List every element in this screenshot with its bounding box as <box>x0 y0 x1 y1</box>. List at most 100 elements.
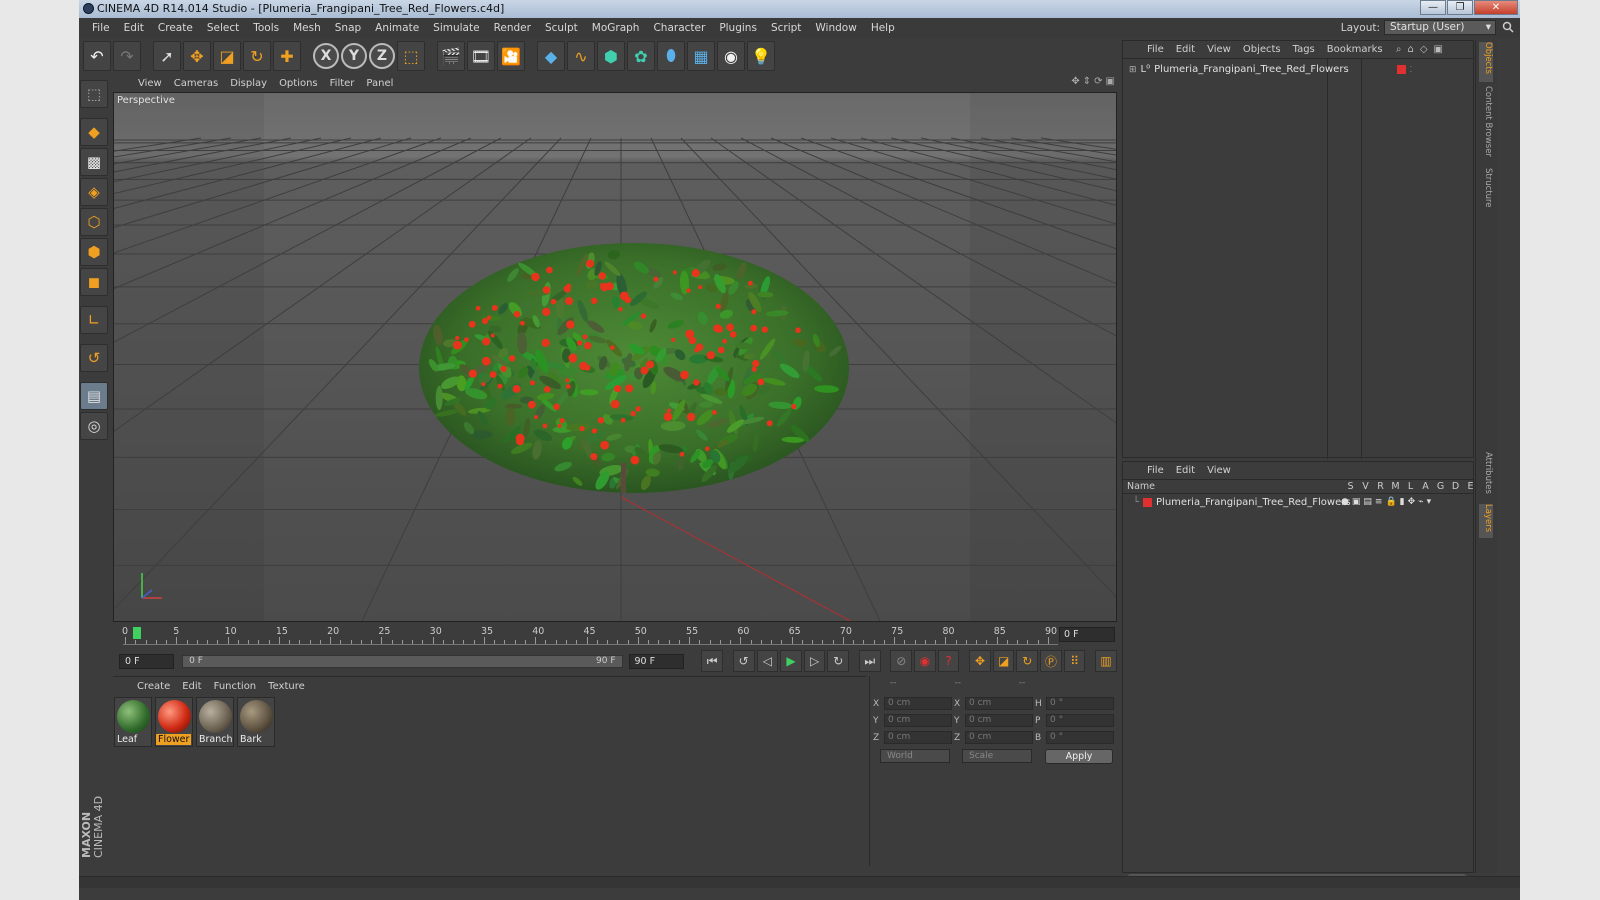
menu-snap[interactable]: Snap <box>328 22 368 34</box>
material-flower[interactable]: Flower <box>155 697 193 747</box>
layer-column-r[interactable]: R <box>1373 481 1388 492</box>
light-icon[interactable]: 💡 <box>747 41 775 71</box>
timeline-window-icon[interactable]: ▥ <box>1095 650 1117 672</box>
key-position-icon[interactable]: ✥ <box>969 650 991 672</box>
tab-layers[interactable]: Layers <box>1479 504 1493 538</box>
toggle-view-icon[interactable]: ▣ <box>1106 76 1115 87</box>
coord-position-field[interactable]: 0 cm <box>884 714 952 727</box>
tab-attributes[interactable]: Attributes <box>1479 452 1493 502</box>
max-frame-field[interactable]: 90 F <box>628 653 684 669</box>
object-menu-edit[interactable]: Edit <box>1170 44 1201 55</box>
texture-mode-icon[interactable]: ▩ <box>80 148 108 176</box>
playhead-marker[interactable] <box>133 627 141 639</box>
menu-simulate[interactable]: Simulate <box>426 22 486 34</box>
layer-menu-file[interactable]: File <box>1141 465 1170 476</box>
layer-row[interactable]: └ Plumeria_Frangipani_Tree_Red_Flowers <box>1133 497 1351 508</box>
material-menu-texture[interactable]: Texture <box>262 681 311 692</box>
record-keys-disabled-icon[interactable]: ⊘ <box>890 650 913 672</box>
recent-tool-icon[interactable]: ✚ <box>273 41 301 71</box>
record-active-objects-icon[interactable]: ◉ <box>914 650 936 672</box>
menu-mesh[interactable]: Mesh <box>286 22 328 34</box>
layer-column-g[interactable]: G <box>1433 481 1448 492</box>
layer-column-v[interactable]: V <box>1358 481 1373 492</box>
manager-toggle-icon[interactable]: ≡ <box>1375 497 1383 507</box>
lock-toggle-icon[interactable]: 🔒 <box>1385 497 1396 507</box>
array-generator-icon[interactable]: ✿ <box>627 41 655 71</box>
object-menu-view[interactable]: View <box>1201 44 1237 55</box>
subdivision-surface-icon[interactable]: ⬢ <box>597 41 625 71</box>
search-icon[interactable] <box>1502 21 1514 33</box>
layer-column-a[interactable]: A <box>1418 481 1433 492</box>
menu-tools[interactable]: Tools <box>246 22 286 34</box>
tab-objects[interactable]: Objects <box>1479 42 1493 82</box>
key-point-level-icon[interactable]: ⠿ <box>1063 650 1086 672</box>
deformers-toggle-icon[interactable]: ⌁ <box>1418 497 1423 507</box>
material-leaf[interactable]: Leaf <box>114 697 152 747</box>
menu-select[interactable]: Select <box>200 22 246 34</box>
pan-view-icon[interactable]: ✥ <box>1071 76 1079 87</box>
edges-mode-icon[interactable]: ⬢ <box>80 238 108 266</box>
layer-column-l[interactable]: L <box>1403 481 1418 492</box>
menu-help[interactable]: Help <box>864 22 902 34</box>
menu-character[interactable]: Character <box>646 22 712 34</box>
object-menu-file[interactable]: File <box>1141 44 1170 55</box>
x-axis-lock-icon[interactable]: X <box>313 43 339 69</box>
render-picture-viewer-icon[interactable]: 🎞 <box>467 41 495 71</box>
live-selection-icon[interactable]: ➚ <box>153 41 181 71</box>
close-button[interactable]: ✕ <box>1474 0 1518 15</box>
magnet-snap-icon[interactable]: ↺ <box>80 344 108 372</box>
menu-window[interactable]: Window <box>808 22 863 34</box>
go-to-start-icon[interactable]: ⏮ <box>701 650 723 672</box>
menu-create[interactable]: Create <box>151 22 200 34</box>
tab-structure[interactable]: Structure <box>1479 168 1493 214</box>
workplane-mode-icon[interactable]: ◈ <box>80 178 108 206</box>
solo-toggle-icon[interactable]: ● <box>1341 497 1349 507</box>
layer-column-m[interactable]: M <box>1388 481 1403 492</box>
layer-color-icon[interactable] <box>1143 498 1153 507</box>
go-to-end-icon[interactable]: ⏭ <box>858 650 881 672</box>
object-menu-tags[interactable]: Tags <box>1287 44 1321 55</box>
layer-column-s[interactable]: S <box>1343 481 1358 492</box>
coord-system-dropdown[interactable]: World <box>880 749 950 763</box>
generators-toggle-icon[interactable]: ✥ <box>1408 497 1416 507</box>
animation-toggle-icon[interactable]: ▮ <box>1400 497 1405 507</box>
scale-icon[interactable]: ◪ <box>213 41 241 71</box>
frame-ruler[interactable]: 0 5 10 15 20 25 30 35 40 45 50 55 60 65 70 75 80 85 90 <box>122 625 1058 645</box>
new-view-icon[interactable]: ▣ <box>1434 44 1443 55</box>
coord-position-field[interactable]: 0 cm <box>884 697 952 710</box>
material-menu-create[interactable]: Create <box>131 681 176 692</box>
current-frame-field[interactable]: 0 F <box>1059 627 1115 642</box>
timeline-ruler[interactable]: 0 5 10 15 20 25 30 35 40 45 50 55 60 65 70 75 80 85 90 0 F <box>113 625 1117 647</box>
scale-mode-dropdown[interactable]: Scale <box>962 749 1032 763</box>
layer-column-d[interactable]: D <box>1448 481 1463 492</box>
coordinate-system-icon[interactable]: ⬚ <box>397 41 425 71</box>
viewport-menu-options[interactable]: Options <box>273 78 324 89</box>
expand-icon[interactable]: ⊞ <box>1129 65 1137 75</box>
apply-button[interactable]: Apply <box>1045 749 1113 764</box>
play-forward-icon[interactable]: ▶ <box>780 650 802 672</box>
coord-size-field[interactable]: 0 cm <box>965 731 1033 744</box>
perspective-viewport[interactable]: Perspective <box>113 92 1117 622</box>
viewport-menu-panel[interactable]: Panel <box>360 78 399 89</box>
coord-rotation-field[interactable]: 0 ° <box>1046 731 1114 744</box>
menu-animate[interactable]: Animate <box>368 22 426 34</box>
polygons-mode-icon[interactable]: ◼ <box>80 268 108 296</box>
layer-menu-edit[interactable]: Edit <box>1170 465 1201 476</box>
search-objects-icon[interactable]: ⌕ <box>1396 44 1402 55</box>
rotate-icon[interactable]: ↻ <box>243 41 271 71</box>
navigate-back-icon[interactable]: ◇ <box>1420 44 1428 55</box>
axis-mode-icon[interactable]: ∟ <box>80 306 108 334</box>
object-tree-row[interactable]: ⊞ L⁰ Plumeria_Frangipani_Tree_Red_Flower… <box>1129 64 1412 75</box>
tab-content-browser[interactable]: Content Browser <box>1479 86 1493 158</box>
layout-dropdown[interactable]: Startup (User) <box>1384 20 1496 35</box>
material-menu-function[interactable]: Function <box>208 681 263 692</box>
redo-icon[interactable]: ↷ <box>113 41 141 71</box>
next-key-icon[interactable]: ↻ <box>827 650 850 672</box>
restore-button[interactable]: ❐ <box>1447 0 1473 15</box>
menu-render[interactable]: Render <box>487 22 538 34</box>
view-toggle-icon[interactable]: ▣ <box>1352 497 1361 507</box>
viewport-menu-view[interactable]: View <box>132 78 168 89</box>
menu-script[interactable]: Script <box>764 22 808 34</box>
move-icon[interactable]: ✥ <box>183 41 211 71</box>
points-mode-icon[interactable]: ⬡ <box>80 208 108 236</box>
